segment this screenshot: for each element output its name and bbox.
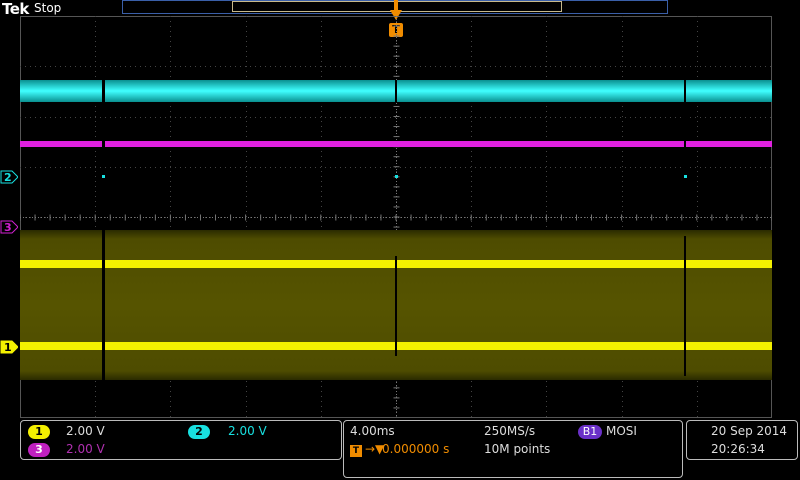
ch1-marker-label: 1 (4, 341, 12, 354)
record-length: 10M points (484, 442, 551, 456)
acquisition-state[interactable]: Stop (34, 1, 61, 15)
timebase-panel: 4.00ms 250MS/s B1 MOSI T →▼ 0.000000 s 1… (343, 420, 683, 478)
time-display: 20:26:34 (711, 442, 765, 456)
ch2-scale[interactable]: 2.00 V (228, 424, 267, 438)
ch1-ground-marker[interactable]: 1 (0, 340, 18, 354)
ch2-ground-marker[interactable]: 2 (0, 170, 18, 184)
ch3-ground-marker[interactable]: 3 (0, 220, 18, 234)
ch2-marker-label: 2 (4, 171, 12, 184)
sample-rate: 250MS/s (484, 424, 536, 438)
date-display: 20 Sep 2014 (711, 424, 788, 438)
bus-badge[interactable]: B1 (578, 425, 602, 439)
waveform-display[interactable] (20, 16, 772, 418)
ch3-scale[interactable]: 2.00 V (66, 442, 105, 456)
ch1-scale[interactable]: 2.00 V (66, 424, 105, 438)
channel-settings-panel: 1 2.00 V 2 2.00 V 3 2.00 V (20, 420, 342, 460)
ch3-trace (20, 141, 772, 147)
bus-label[interactable]: MOSI (606, 424, 637, 438)
ch1-badge[interactable]: 1 (28, 425, 50, 439)
trigger-delay[interactable]: 0.000000 s (382, 442, 449, 456)
ch3-badge[interactable]: 3 (28, 443, 50, 457)
ch2-badge[interactable]: 2 (188, 425, 210, 439)
ch3-marker-label: 3 (4, 221, 12, 234)
trigger-icon: T (350, 445, 362, 457)
horizontal-scale[interactable]: 4.00ms (350, 424, 395, 438)
datetime-panel: 20 Sep 2014 20:26:34 (686, 420, 798, 460)
